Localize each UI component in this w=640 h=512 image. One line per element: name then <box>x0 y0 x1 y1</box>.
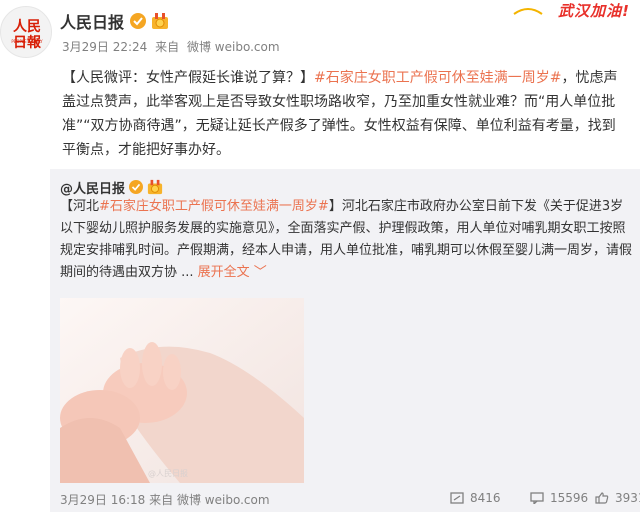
comment-count-button[interactable]: 15596 <box>530 491 588 505</box>
photo-watermark: @人民日报 <box>148 469 188 478</box>
post-time[interactable]: 3月29日 22:24 <box>62 40 147 54</box>
like-count-button[interactable]: 393199 <box>595 491 640 505</box>
repost-author[interactable]: @人民日报 <box>60 178 125 197</box>
medal-icon[interactable] <box>150 12 170 30</box>
post-source[interactable]: 微博 weibo.com <box>187 40 280 54</box>
repost-icon <box>450 492 464 504</box>
comment-icon <box>530 492 544 504</box>
avatar-logo-subtext: PEOPLE'S DAILY <box>11 39 43 44</box>
author-row: 人民日报 <box>60 10 170 32</box>
repost-topic-link[interactable]: #石家庄女职工产假可休至娃满一周岁# <box>99 199 329 214</box>
post-meta: 3月29日 22:24 来自 微博 weibo.com <box>62 38 284 55</box>
repost-author-row: @人民日报 <box>60 177 164 197</box>
wuhan-banner-text: 武汉加油! <box>558 2 630 20</box>
repost-photo[interactable]: @人民日报 <box>60 298 304 483</box>
thumbs-up-icon <box>595 492 609 504</box>
repost-text: 【河北#石家庄女职工产假可休至娃满一周岁#】河北石家庄市政府办公室日前下发《关于… <box>60 196 634 284</box>
repost-time[interactable]: 3月29日 16:18 <box>60 493 145 507</box>
verified-icon <box>129 180 144 194</box>
repost-source[interactable]: 微博 weibo.com <box>177 493 270 507</box>
repost-from-label: 来自 <box>149 493 174 507</box>
repost-count-button[interactable]: 8416 <box>450 491 501 505</box>
repost-card: @人民日报 【河北#石家庄女职工产假可休至娃满一周岁#】河北石家庄市政府办公室日… <box>50 169 640 512</box>
expand-full-text-link[interactable]: 展开全文 ﹀ <box>198 265 267 280</box>
baby-hand-image <box>60 298 304 483</box>
like-count: 393199 <box>615 491 640 505</box>
comment-count: 15596 <box>550 491 589 505</box>
repost-meta: 3月29日 16:18 来自 微博 weibo.com <box>60 491 270 508</box>
post-header: 人民日報 PEOPLE'S DAILY 人民日报 3月29日 22:24 来自 … <box>0 0 640 62</box>
repost-footer: 3月29日 16:18 来自 微博 weibo.com 8416 15596 3… <box>60 491 640 509</box>
post-text-part1: 【人民微评：女性产假延长谁说了算？】 <box>62 70 314 86</box>
post-topic-link[interactable]: #石家庄女职工产假可休至娃满一周岁# <box>314 70 561 86</box>
avatar[interactable]: 人民日報 PEOPLE'S DAILY <box>0 6 52 58</box>
avatar-logo-text: 人民日報 <box>13 19 41 51</box>
repost-text-prefix: 【河北 <box>60 199 100 214</box>
repost-count: 8416 <box>470 491 501 505</box>
post-text: 【人民微评：女性产假延长谁说了算？】#石家庄女职工产假可休至娃满一周岁#，忧虑声… <box>62 66 628 162</box>
medal-icon[interactable] <box>146 179 164 195</box>
post-from-label: 来自 <box>155 40 180 54</box>
author-name[interactable]: 人民日报 <box>60 9 124 33</box>
verified-icon <box>130 13 147 29</box>
